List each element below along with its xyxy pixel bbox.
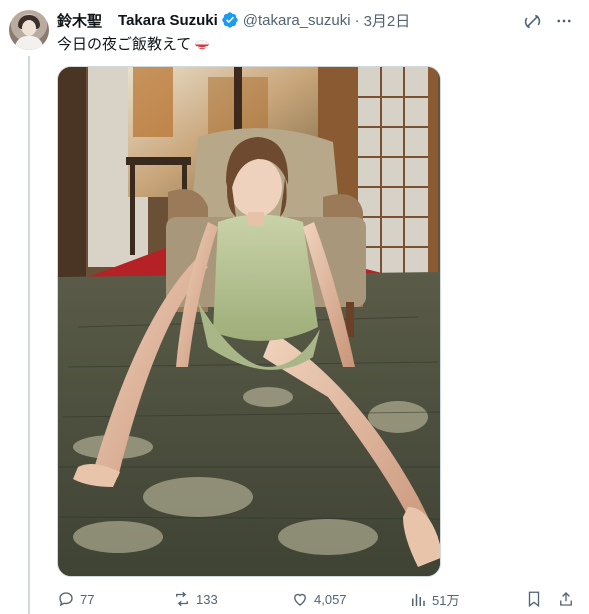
post-photo[interactable] [57, 66, 441, 577]
like-button[interactable]: 4,057 [291, 590, 347, 608]
bookmark-button[interactable] [525, 590, 543, 608]
like-icon [294, 593, 306, 606]
views-count: 51万 [432, 593, 460, 608]
views-icon [412, 593, 425, 606]
repost-icon [176, 591, 188, 607]
post-top-icons [521, 10, 575, 32]
grok-icon[interactable] [521, 10, 543, 32]
more-icon[interactable] [553, 10, 575, 32]
rice-bowl-emoji [193, 36, 211, 54]
avatar-face [22, 20, 36, 36]
separator-dot: · [354, 11, 360, 29]
post-date[interactable]: 3月2日 [364, 10, 411, 31]
post-actions: 77 133 4,057 51万 [57, 590, 579, 610]
share-icon [560, 592, 572, 606]
views-button[interactable]: 51万 [409, 590, 459, 609]
share-button[interactable] [557, 590, 575, 608]
avatar-body [15, 36, 43, 50]
author-avatar[interactable] [9, 10, 49, 50]
thread-line [28, 56, 30, 614]
reply-button[interactable]: 77 [57, 590, 94, 608]
tweet-text: 今日の夜ご飯教えて [57, 35, 211, 55]
bookmark-icon [528, 591, 540, 608]
post-header: 鈴木聖 Takara Suzuki @takara_suzuki · 3月2日 [57, 10, 410, 30]
tweet-text-content: 今日の夜ご飯教えて [57, 36, 192, 53]
author-name-en[interactable]: Takara Suzuki [118, 12, 218, 29]
like-count: 4,057 [314, 591, 347, 607]
photo-illustration [58, 67, 440, 576]
reply-icon [59, 592, 73, 607]
repost-button[interactable]: 133 [173, 590, 218, 608]
repost-count: 133 [196, 591, 218, 607]
author-name[interactable]: 鈴木聖 [57, 10, 102, 31]
reply-count: 77 [80, 591, 95, 607]
author-handle[interactable]: @takara_suzuki [243, 12, 351, 29]
verified-badge-icon[interactable] [221, 11, 239, 29]
